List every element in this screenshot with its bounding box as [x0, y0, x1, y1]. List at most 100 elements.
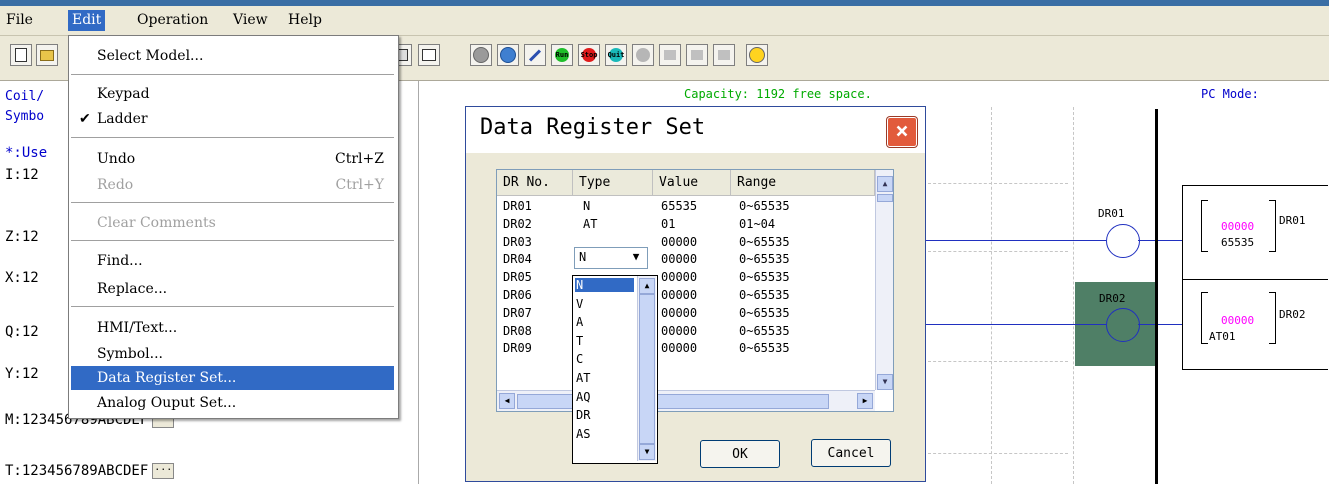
coil-dr02[interactable] — [1106, 308, 1140, 342]
column-header-type[interactable]: Type — [573, 170, 653, 196]
type-option[interactable]: T — [575, 334, 634, 348]
menu-item-find[interactable]: Find... — [71, 249, 394, 273]
read-icon[interactable] — [418, 44, 440, 66]
vertical-scrollbar[interactable]: ▲ ▼ — [875, 170, 893, 390]
horizontal-scrollbar[interactable]: ◀ ▶ — [497, 390, 875, 411]
menu-item-analog-output-set[interactable]: Analog Ouput Set... — [71, 391, 394, 415]
type-option[interactable]: A — [575, 315, 634, 329]
cell-value[interactable]: 00000 — [661, 251, 697, 268]
dropdown-scroll-thumb[interactable] — [639, 294, 655, 444]
type-option[interactable]: N — [575, 278, 634, 292]
cell-range[interactable]: 0~65535 — [739, 198, 790, 215]
cell-value[interactable]: 00000 — [661, 305, 697, 322]
cell-type[interactable]: N — [583, 198, 590, 215]
cell-range[interactable]: 0~65535 — [739, 269, 790, 286]
cell-range[interactable]: 0~65535 — [739, 340, 790, 357]
cell-value[interactable]: 00000 — [661, 323, 697, 340]
scroll-up-icon[interactable]: ▲ — [877, 176, 893, 192]
menu-operation[interactable]: Operation — [133, 10, 212, 31]
cell-no[interactable]: DR06 — [503, 287, 532, 304]
scroll-thumb[interactable] — [877, 194, 893, 202]
type-option[interactable]: AS — [575, 427, 634, 441]
scroll-up-icon[interactable]: ▲ — [639, 278, 655, 294]
cell-no[interactable]: DR03 — [503, 234, 532, 251]
scroll-down-icon[interactable]: ▼ — [877, 374, 893, 390]
menu-help[interactable]: Help — [284, 10, 326, 31]
menu-item-redo[interactable]: Redo Ctrl+Y — [71, 173, 394, 197]
cell-value[interactable]: 00000 — [661, 234, 697, 251]
column-header-value[interactable]: Value — [653, 170, 731, 196]
cell-no[interactable]: DR09 — [503, 340, 532, 357]
menu-item-replace[interactable]: Replace... — [71, 277, 394, 301]
table-row[interactable]: DR01 N 65535 0~65535 — [497, 198, 875, 215]
table-row[interactable]: DR09 00000 0~65535 — [497, 340, 875, 357]
new-icon[interactable] — [10, 44, 32, 66]
cell-value[interactable]: 00000 — [661, 287, 697, 304]
cell-range[interactable]: 0~65535 — [739, 251, 790, 268]
row-t-ellipsis-button[interactable]: ... — [152, 463, 175, 479]
menu-edit[interactable]: Edit — [68, 10, 106, 31]
type-option[interactable]: DR — [575, 408, 634, 422]
function-block-dr02[interactable]: 00000 AT01 DR02 — [1182, 280, 1328, 370]
type-select[interactable]: N ▼ — [574, 247, 648, 269]
scroll-right-icon[interactable]: ▶ — [857, 393, 873, 409]
close-icon[interactable]: × — [887, 117, 917, 147]
dialog-title-bar[interactable]: Data Register Set × — [466, 107, 925, 153]
cell-range[interactable]: 0~65535 — [739, 305, 790, 322]
cell-range[interactable]: 0~65535 — [739, 323, 790, 340]
type-option[interactable]: AT — [575, 371, 634, 385]
table-row[interactable]: DR05 00000 0~65535 — [497, 269, 875, 286]
menu-item-clear-comments[interactable]: Clear Comments — [71, 211, 394, 235]
type-option[interactable]: C — [575, 352, 634, 366]
cell-value[interactable]: 01 — [661, 216, 675, 233]
column-header-range[interactable]: Range — [731, 170, 875, 196]
cell-value[interactable]: 00000 — [661, 340, 697, 357]
table-row[interactable]: DR04 00000 0~65535 — [497, 251, 875, 268]
cell-no[interactable]: DR08 — [503, 323, 532, 340]
chevron-down-icon[interactable]: ▼ — [627, 248, 645, 266]
menu-view[interactable]: View — [229, 10, 272, 31]
cell-value[interactable]: 00000 — [661, 269, 697, 286]
cell-no[interactable]: DR02 — [503, 216, 532, 233]
table-row[interactable]: DR06 00000 0~65535 — [497, 287, 875, 304]
menu-item-data-register-set[interactable]: Data Register Set... — [71, 366, 394, 390]
menu-item-keypad[interactable]: Keypad — [71, 82, 394, 106]
ok-button[interactable]: OK — [700, 440, 780, 468]
type-option[interactable]: AQ — [575, 390, 634, 404]
scroll-down-icon[interactable]: ▼ — [639, 444, 655, 460]
table-row[interactable]: DR08 00000 0~65535 — [497, 323, 875, 340]
stop-icon[interactable]: Stop — [578, 44, 600, 66]
cell-no[interactable]: DR01 — [503, 198, 532, 215]
cell-no[interactable]: DR05 — [503, 269, 532, 286]
open-icon[interactable] — [36, 44, 58, 66]
cell-range[interactable]: 0~65535 — [739, 287, 790, 304]
cancel-button[interactable]: Cancel — [811, 439, 891, 467]
horizontal-scroll-thumb[interactable] — [517, 394, 829, 409]
run-icon[interactable]: Run — [551, 44, 573, 66]
table-row[interactable]: DR03 00000 0~65535 — [497, 234, 875, 251]
scroll-left-icon[interactable]: ◀ — [499, 393, 515, 409]
cell-no[interactable]: DR04 — [503, 251, 532, 268]
column-header-dr-no[interactable]: DR No. — [497, 170, 573, 196]
cell-type[interactable]: AT — [583, 216, 597, 233]
cell-range[interactable]: 01~04 — [739, 216, 775, 233]
coil-dr01[interactable] — [1106, 224, 1140, 258]
table-row[interactable]: DR02 AT 01 01~04 — [497, 216, 875, 233]
help-icon[interactable] — [746, 44, 768, 66]
cell-no[interactable]: DR07 — [503, 305, 532, 322]
menu-item-ladder[interactable]: ✔ Ladder — [71, 107, 394, 131]
quit-icon[interactable]: Quit — [605, 44, 627, 66]
tools-icon[interactable] — [524, 44, 546, 66]
menu-item-hmi-text[interactable]: HMI/Text... — [71, 316, 394, 340]
table-row[interactable]: DR07 00000 0~65535 — [497, 305, 875, 322]
menu-item-select-model[interactable]: Select Model... — [71, 44, 394, 68]
dropdown-scrollbar[interactable]: ▲ ▼ — [637, 276, 656, 461]
sync-icon[interactable] — [497, 44, 519, 66]
menu-item-undo[interactable]: Undo Ctrl+Z — [71, 147, 394, 171]
menu-item-symbol[interactable]: Symbol... — [71, 342, 394, 366]
cell-value[interactable]: 65535 — [661, 198, 697, 215]
function-block-dr01[interactable]: 00000 65535 DR01 — [1182, 185, 1328, 280]
cell-range[interactable]: 0~65535 — [739, 234, 790, 251]
menu-file[interactable]: File — [2, 10, 37, 31]
monitor-icon[interactable] — [470, 44, 492, 66]
